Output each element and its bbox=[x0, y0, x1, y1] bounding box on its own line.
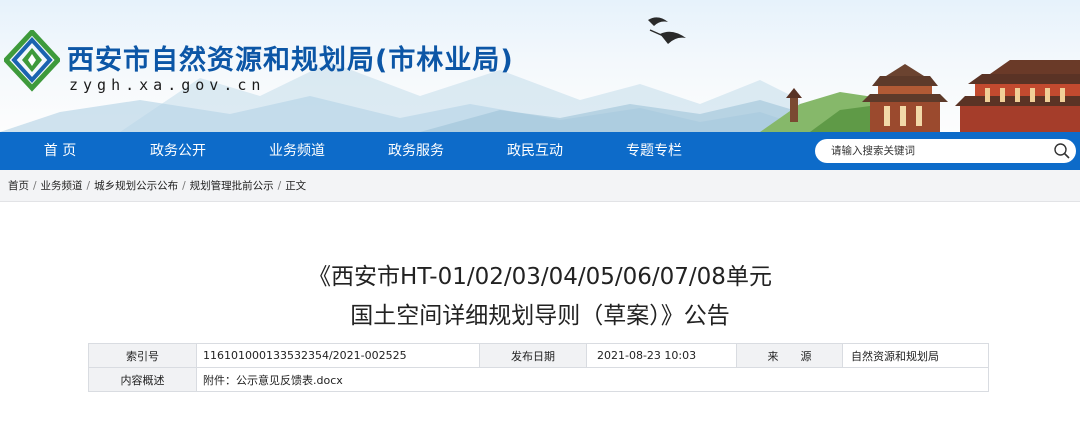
index-number-label: 索引号 bbox=[88, 343, 197, 368]
site-domain: zygh.xa.gov.cn bbox=[69, 76, 266, 94]
breadcrumb-bar: 首页 / 业务频道 / 城乡规划公示公布 / 规划管理批前公示 / 正文 bbox=[0, 170, 1080, 202]
summary-label: 内容概述 bbox=[88, 367, 197, 392]
search-icon[interactable] bbox=[1053, 142, 1071, 160]
breadcrumb: 首页 / 业务频道 / 城乡规划公示公布 / 规划管理批前公示 / 正文 bbox=[8, 178, 306, 193]
bureau-logo-icon bbox=[4, 30, 60, 92]
breadcrumb-home[interactable]: 首页 bbox=[8, 180, 29, 192]
swallow-birds-icon bbox=[648, 17, 686, 44]
site-name[interactable]: 西安市自然资源和规划局(市林业局) bbox=[67, 38, 514, 77]
nav-item-home[interactable]: 首 页 bbox=[22, 132, 98, 170]
nav-item-gov-services[interactable]: 政务服务 bbox=[376, 132, 456, 170]
article-title-line-2: 国土空间详细规划导则（草案）》公告 bbox=[350, 303, 730, 329]
breadcrumb-planning-publicity[interactable]: 城乡规划公示公布 bbox=[94, 180, 178, 192]
summary-value[interactable]: 附件：公示意见反馈表.docx bbox=[196, 367, 989, 392]
nav-item-interaction[interactable]: 政民互动 bbox=[495, 132, 575, 170]
publish-date-value: 2021-08-23 10:03 bbox=[586, 343, 737, 368]
city-tower-illustration bbox=[955, 60, 1080, 132]
breadcrumb-business-channel[interactable]: 业务频道 bbox=[41, 180, 83, 192]
table-row: 索引号 116101000133532354/2021-002525 发布日期 … bbox=[88, 343, 989, 368]
index-number-value: 116101000133532354/2021-002525 bbox=[196, 343, 480, 368]
breadcrumb-current: 正文 bbox=[285, 180, 307, 192]
pavilion-illustration bbox=[862, 64, 948, 132]
breadcrumb-separator: / bbox=[182, 180, 186, 192]
breadcrumb-separator: / bbox=[33, 180, 37, 192]
table-row: 内容概述 附件：公示意见反馈表.docx bbox=[88, 367, 989, 392]
source-value: 自然资源和规划局 bbox=[842, 343, 989, 368]
breadcrumb-pre-approval-notice[interactable]: 规划管理批前公示 bbox=[190, 180, 274, 192]
nav-item-business-channel[interactable]: 业务频道 bbox=[257, 132, 337, 170]
site-header: 西安市自然资源和规划局(市林业局) zygh.xa.gov.cn bbox=[0, 0, 1080, 132]
source-label: 来 源 bbox=[736, 343, 843, 368]
breadcrumb-separator: / bbox=[86, 180, 91, 192]
nav-item-gov-affairs-open[interactable]: 政务公开 bbox=[138, 132, 218, 170]
publish-date-label: 发布日期 bbox=[479, 343, 587, 368]
article-meta-table: 索引号 116101000133532354/2021-002525 发布日期 … bbox=[88, 343, 989, 392]
article-title-line-1: 《西安市HT-01/02/03/04/05/06/07/08单元 bbox=[308, 264, 772, 290]
breadcrumb-separator: / bbox=[277, 180, 282, 192]
nav-item-special-topics[interactable]: 专题专栏 bbox=[614, 132, 694, 170]
search-box bbox=[815, 139, 1076, 163]
search-input[interactable] bbox=[831, 142, 1041, 160]
